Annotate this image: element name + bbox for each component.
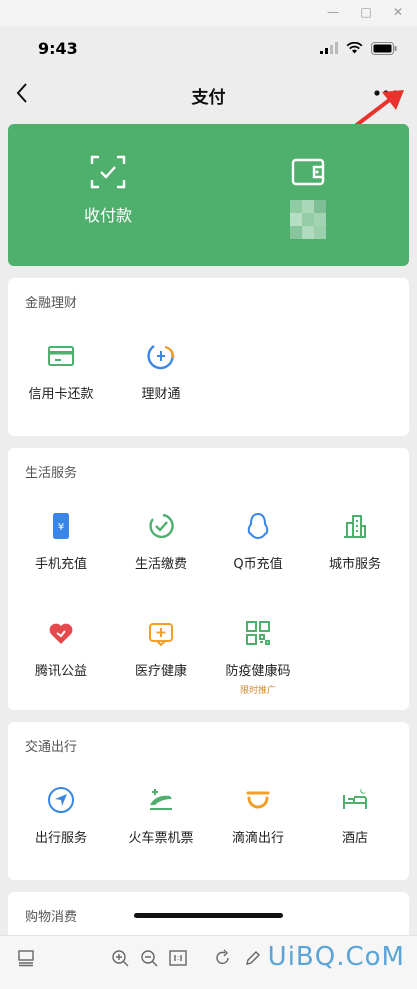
actual-size-icon[interactable]	[168, 948, 188, 968]
qr-code-icon	[246, 621, 270, 645]
promo-badge: 限时推广	[239, 686, 276, 696]
medical-cross-icon	[149, 623, 173, 647]
wallet-icon	[291, 158, 325, 186]
didi-ride-button[interactable]: 滴滴出行	[208, 785, 308, 846]
city-services-button[interactable]: 城市服务	[305, 511, 405, 572]
health-code-label: 防疫健康码	[225, 664, 291, 679]
wallet-balance-blurred	[290, 200, 326, 240]
transport-section: 交通出行 出行服务 火车票机票 滴滴出行 酒店	[8, 722, 409, 880]
didi-ride-label: 滴滴出行	[231, 831, 284, 846]
travel-services-button[interactable]: 出行服务	[11, 785, 111, 846]
wealth-icon	[147, 345, 175, 370]
signal-icon	[320, 42, 338, 54]
receive-pay-button[interactable]: 收付款	[8, 124, 208, 266]
city-services-label: 城市服务	[328, 557, 381, 572]
wealth-button[interactable]: 理财通	[111, 341, 211, 402]
pay-card: 收付款	[8, 124, 409, 266]
wallet-button[interactable]	[208, 124, 408, 266]
rotate-icon[interactable]	[213, 948, 233, 968]
finance-section: 金融理财 信用卡还款 理财通	[8, 278, 409, 436]
train-flight-label: 火车票机票	[128, 831, 194, 846]
utility-bills-label: 生活缴费	[134, 557, 187, 572]
finance-section-title: 金融理财	[25, 296, 78, 311]
train-icon	[150, 789, 172, 810]
qq-penguin-icon	[247, 512, 269, 540]
charity-heart-icon	[49, 623, 73, 644]
hotel-label: 酒店	[341, 831, 368, 846]
scan-check-icon	[90, 155, 126, 189]
didi-logo-icon	[246, 791, 270, 809]
receive-pay-label: 收付款	[83, 206, 132, 225]
zoom-in-icon[interactable]	[110, 948, 130, 968]
qcoin-topup-label: Q币充值	[233, 557, 283, 572]
battery-icon	[371, 41, 397, 55]
close-icon[interactable]: ✕	[390, 4, 406, 20]
mobile-topup-label: 手机充值	[34, 557, 87, 572]
medical-health-label: 医疗健康	[134, 664, 187, 679]
life-section-title: 生活服务	[25, 466, 78, 481]
phone-topup-icon: ¥	[53, 513, 69, 539]
svg-text:¥: ¥	[58, 522, 64, 533]
credit-card-repay-button[interactable]: 信用卡还款	[11, 341, 111, 402]
layout-toggle-icon[interactable]	[16, 948, 36, 968]
hotel-button[interactable]: 酒店	[305, 785, 405, 846]
zoom-out-icon[interactable]	[139, 948, 159, 968]
train-flight-tickets-button[interactable]: 火车票机票	[111, 785, 211, 846]
health-code-button[interactable]: 防疫健康码 限时推广	[208, 618, 308, 696]
tencent-charity-label: 腾讯公益	[34, 664, 87, 679]
wealth-label: 理财通	[141, 387, 181, 402]
transport-section-title: 交通出行	[25, 740, 78, 755]
utility-check-icon	[149, 513, 174, 539]
wifi-icon	[346, 42, 363, 54]
status-time: 9:43	[38, 39, 78, 58]
mobile-topup-button[interactable]: ¥ 手机充值	[11, 511, 111, 572]
shopping-section-title: 购物消费	[25, 910, 78, 925]
maximize-icon[interactable]: □	[358, 4, 374, 20]
credit-card-repay-label: 信用卡还款	[28, 387, 94, 402]
status-bar: 9:43	[0, 26, 417, 70]
utility-bills-button[interactable]: 生活缴费	[111, 511, 211, 572]
minimize-icon[interactable]: —	[325, 4, 341, 20]
home-indicator[interactable]	[134, 913, 283, 918]
watermark-text: UiBQ.CoM	[267, 942, 405, 972]
qcoin-topup-button[interactable]: Q币充值	[208, 511, 308, 572]
travel-services-label: 出行服务	[34, 831, 87, 846]
credit-card-icon	[48, 346, 74, 366]
tencent-charity-button[interactable]: 腾讯公益	[11, 618, 111, 679]
navigation-compass-icon	[48, 787, 74, 813]
window-titlebar: — □ ✕	[0, 0, 417, 26]
hotel-bed-icon	[343, 788, 367, 809]
edit-pen-icon[interactable]	[243, 948, 263, 968]
medical-health-button[interactable]: 医疗健康	[111, 618, 211, 679]
city-buildings-icon	[344, 515, 366, 538]
life-services-section: 生活服务 ¥ 手机充值 生活缴费 Q币充值 城市服务 腾讯公益 医疗健康 防疫健…	[8, 448, 409, 710]
